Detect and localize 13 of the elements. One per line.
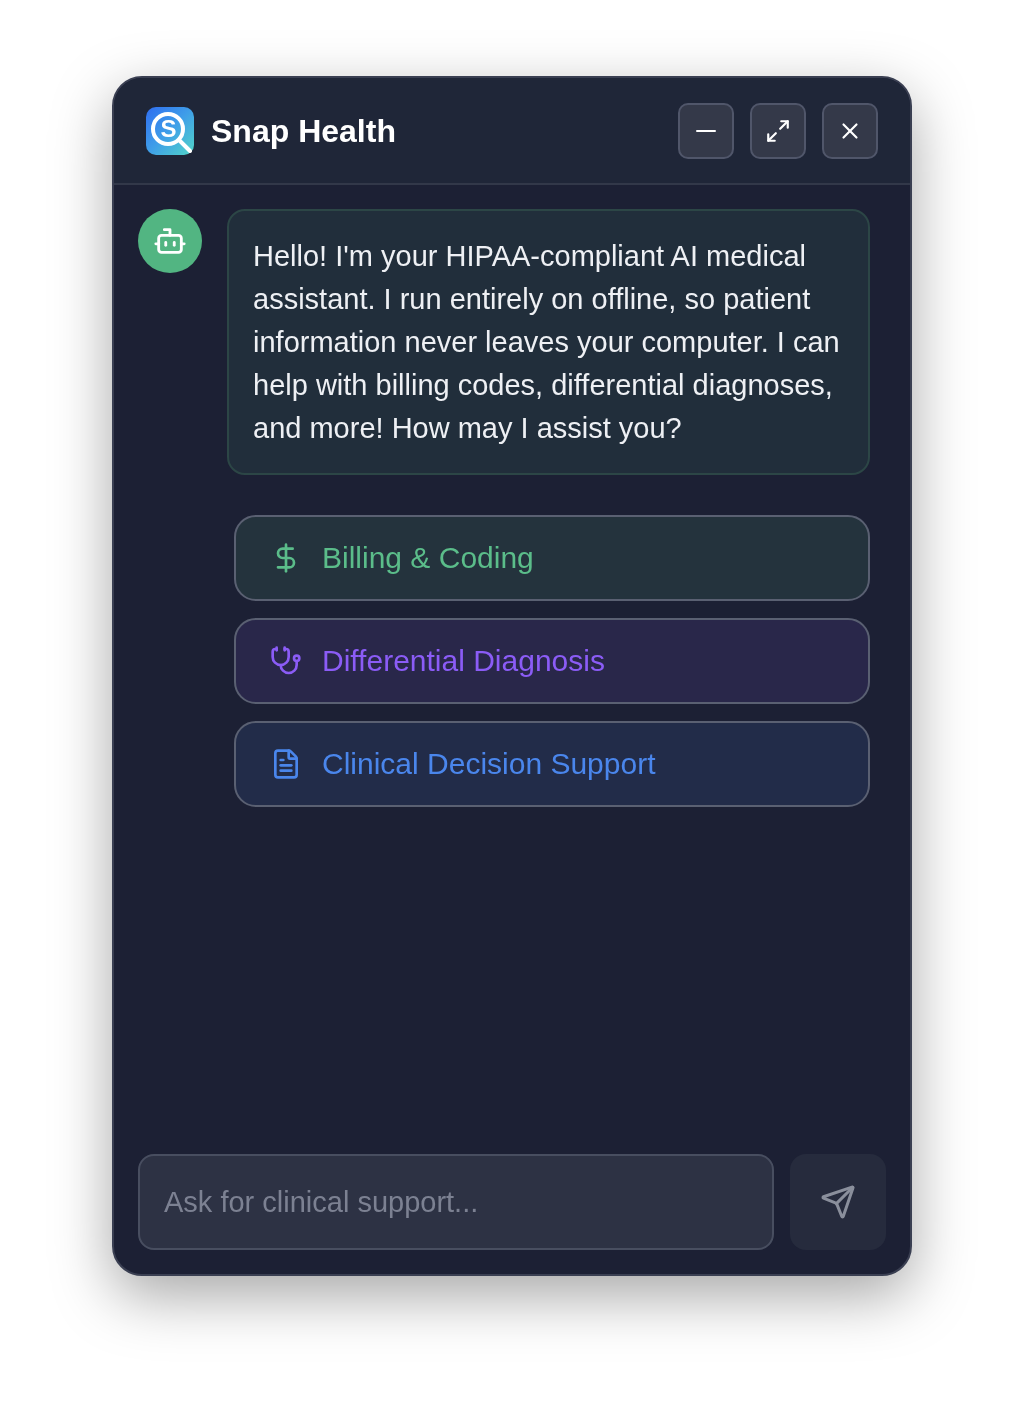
window-title: Snap Health bbox=[211, 111, 396, 150]
quick-action-button[interactable]: Billing & Coding bbox=[234, 515, 870, 601]
minimize-icon bbox=[696, 129, 716, 132]
close-button[interactable] bbox=[822, 102, 878, 159]
logo-letter: S bbox=[160, 115, 177, 142]
quick-action-button[interactable]: Clinical Decision Support bbox=[234, 721, 870, 807]
quick-action-button[interactable]: Differential Diagnosis bbox=[234, 618, 870, 704]
send-icon bbox=[820, 1184, 856, 1220]
expand-icon bbox=[765, 117, 791, 144]
maximize-button[interactable] bbox=[750, 102, 806, 159]
message-input[interactable]: Ask for clinical support... bbox=[138, 1154, 774, 1250]
send-button[interactable] bbox=[790, 1154, 886, 1250]
assistant-message: Hello! I'm your HIPAA-compliant AI medical assistant. I run entirely on offline, so patient information never leaves your computer. I can help with billing codes, differential diagnoses, and more! How may I assist you? bbox=[227, 209, 870, 475]
